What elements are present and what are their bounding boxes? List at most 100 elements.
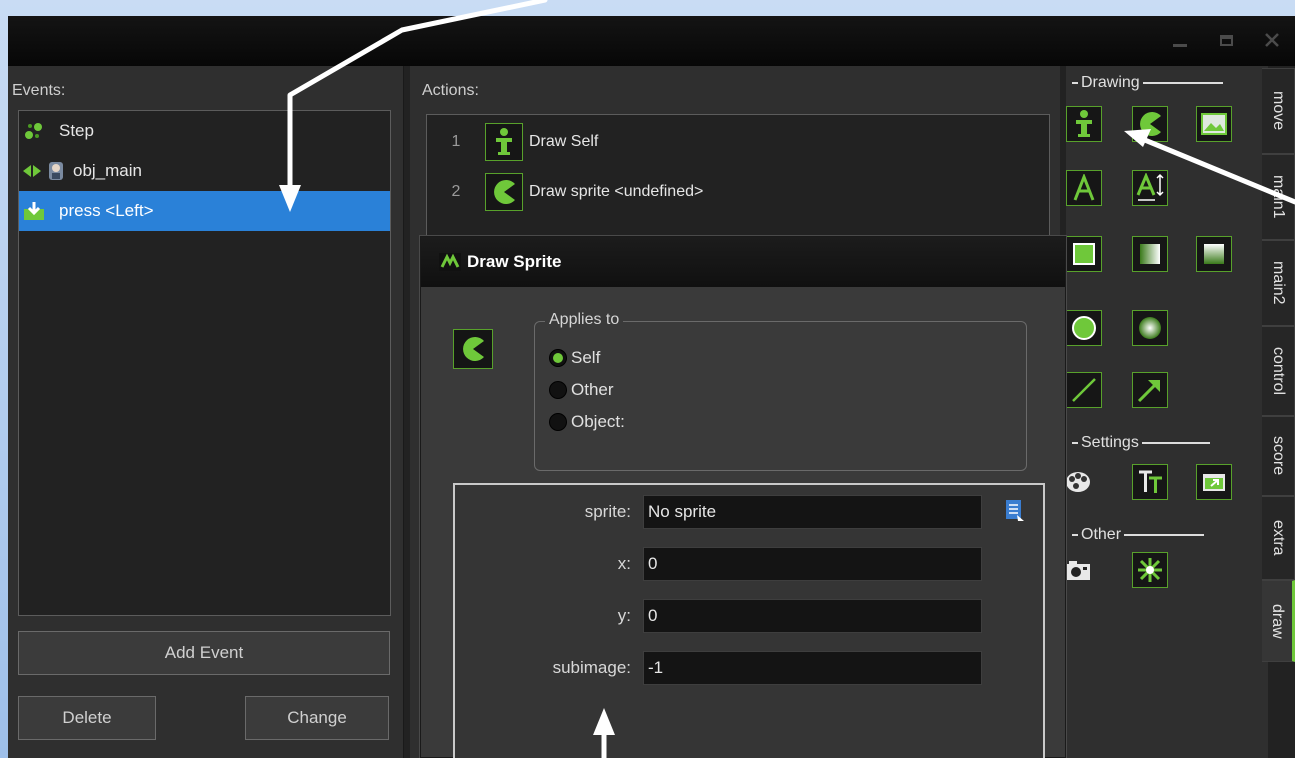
gradient-ellipse-palette-button[interactable] — [1132, 310, 1168, 346]
subimage-label: subimage: — [552, 658, 631, 677]
event-label: Step — [59, 121, 94, 140]
draw-sprite-icon — [453, 329, 493, 369]
scaled-text-icon — [1136, 173, 1164, 201]
applies-to-group: Applies to Self Other Object: — [534, 311, 1027, 471]
add-event-button[interactable]: Add Event — [18, 631, 390, 675]
tab-control[interactable]: control — [1262, 326, 1295, 416]
line-icon — [1072, 378, 1096, 402]
fullscreen-icon — [1203, 474, 1225, 491]
tab-extra[interactable]: extra — [1262, 496, 1295, 580]
text-a-icon — [1073, 174, 1095, 201]
action-palette: Drawing Settings Other — [1066, 66, 1268, 758]
radio-label: Object: — [571, 412, 625, 431]
sprite-field-row: sprite: No sprite — [455, 495, 1043, 529]
draw-text-palette-button[interactable] — [1066, 170, 1102, 206]
radio-button[interactable] — [549, 413, 567, 431]
step-icon — [23, 120, 45, 142]
create-effect-palette-button[interactable] — [1132, 552, 1168, 588]
tab-score[interactable]: score — [1262, 416, 1295, 496]
ellipse-icon — [1072, 316, 1096, 340]
gamemaker-logo-icon — [439, 253, 461, 271]
draw-line-palette-button[interactable] — [1066, 372, 1102, 408]
action-label: Draw sprite <undefined> — [529, 183, 704, 200]
delete-button[interactable]: Delete — [18, 696, 156, 740]
maximize-icon — [1219, 34, 1233, 46]
drawing-section-header: Drawing — [1072, 74, 1223, 92]
subimage-field-row: subimage: -1 — [455, 651, 1043, 685]
event-label: press <Left> — [59, 201, 154, 220]
minimize-button[interactable] — [1157, 24, 1203, 56]
set-font-palette-button[interactable] — [1132, 464, 1168, 500]
horizontal-gradient-palette-button[interactable] — [1132, 236, 1168, 272]
action-number: 1 — [451, 133, 461, 150]
event-label: obj_main — [73, 161, 142, 180]
maximize-button[interactable] — [1203, 24, 1249, 56]
radio-button[interactable] — [549, 381, 567, 399]
draw-self-icon — [485, 123, 523, 161]
draw-scaled-text-palette-button[interactable] — [1132, 170, 1168, 206]
background-image-icon — [1201, 113, 1227, 135]
draw-rectangle-palette-button[interactable] — [1066, 236, 1102, 272]
draw-arrow-palette-button[interactable] — [1132, 372, 1168, 408]
event-item-step[interactable]: Step — [19, 111, 390, 151]
sprite-browse-icon[interactable] — [1005, 499, 1025, 523]
x-field-row: x: 0 — [455, 547, 1043, 581]
draw-ellipse-palette-button[interactable] — [1066, 310, 1102, 346]
settings-section-header: Settings — [1072, 434, 1210, 452]
draw-sprite-dialog: Draw Sprite Applies to Self Other Object… — [420, 236, 1066, 758]
action-row-draw-sprite[interactable]: 2 Draw sprite <undefined> — [427, 167, 1049, 217]
x-label: x: — [617, 554, 631, 573]
sprite-label: sprite: — [584, 502, 631, 521]
radio-other[interactable]: Other — [549, 380, 614, 400]
event-item-press-left[interactable]: press <Left> — [19, 191, 390, 231]
draw-sprite-icon — [485, 173, 523, 211]
font-icon — [1139, 470, 1162, 493]
x-field[interactable]: 0 — [643, 547, 982, 581]
gradient-ellipse-icon — [1139, 317, 1161, 339]
event-item-collision[interactable]: obj_main — [19, 151, 390, 191]
minimize-icon — [1173, 43, 1187, 47]
sprite-field[interactable]: No sprite — [643, 495, 982, 529]
person-icon — [1076, 110, 1092, 137]
tab-move[interactable]: move — [1262, 68, 1295, 154]
radio-button-selected[interactable] — [549, 349, 567, 367]
y-field[interactable]: 0 — [643, 599, 982, 633]
set-fullscreen-palette-button[interactable] — [1196, 464, 1232, 500]
key-press-icon — [23, 200, 45, 222]
radio-object[interactable]: Object: — [549, 412, 625, 432]
draw-sprite-palette-button[interactable] — [1132, 106, 1168, 142]
vertical-gradient-palette-button[interactable] — [1196, 236, 1232, 272]
tab-draw[interactable]: draw — [1262, 580, 1295, 662]
collision-icon — [23, 160, 67, 182]
other-section-header: Other — [1072, 526, 1205, 544]
action-row-draw-self[interactable]: 1 Draw Self — [427, 117, 1049, 167]
close-button[interactable] — [1249, 24, 1295, 56]
rectangle-icon — [1073, 243, 1095, 265]
camera-icon — [1066, 561, 1090, 580]
events-panel: Events: Step obj_main press <Left> Add E… — [8, 66, 404, 758]
tab-main2[interactable]: main2 — [1262, 240, 1295, 326]
events-list[interactable]: Step obj_main press <Left> — [18, 110, 391, 616]
events-label: Events: — [12, 82, 66, 99]
radio-label: Other — [571, 380, 614, 399]
color-palette-icon — [1066, 472, 1090, 492]
arguments-group: sprite: No sprite x: 0 y: 0 subimage: -1 — [453, 483, 1045, 758]
draw-background-palette-button[interactable] — [1196, 106, 1232, 142]
close-icon — [1265, 33, 1279, 47]
action-label: Draw Self — [529, 133, 599, 150]
change-button[interactable]: Change — [245, 696, 389, 740]
action-number: 2 — [451, 183, 461, 200]
actions-label: Actions: — [422, 82, 479, 99]
arrow-icon — [1137, 379, 1161, 403]
pacman-icon — [1140, 112, 1161, 136]
radio-label: Self — [571, 348, 601, 367]
dialog-title: Draw Sprite — [467, 252, 562, 271]
draw-self-palette-button[interactable] — [1066, 106, 1102, 142]
subimage-field[interactable]: -1 — [643, 651, 982, 685]
dialog-title-bar: Draw Sprite — [421, 237, 1065, 287]
dialog-body: Applies to Self Other Object: sprite: No… — [421, 287, 1065, 758]
palette-tabs: move main1 main2 control score extra dra… — [1262, 68, 1295, 668]
tab-main1[interactable]: main1 — [1262, 154, 1295, 240]
vertical-gradient-icon — [1204, 244, 1224, 264]
radio-self[interactable]: Self — [549, 348, 600, 368]
